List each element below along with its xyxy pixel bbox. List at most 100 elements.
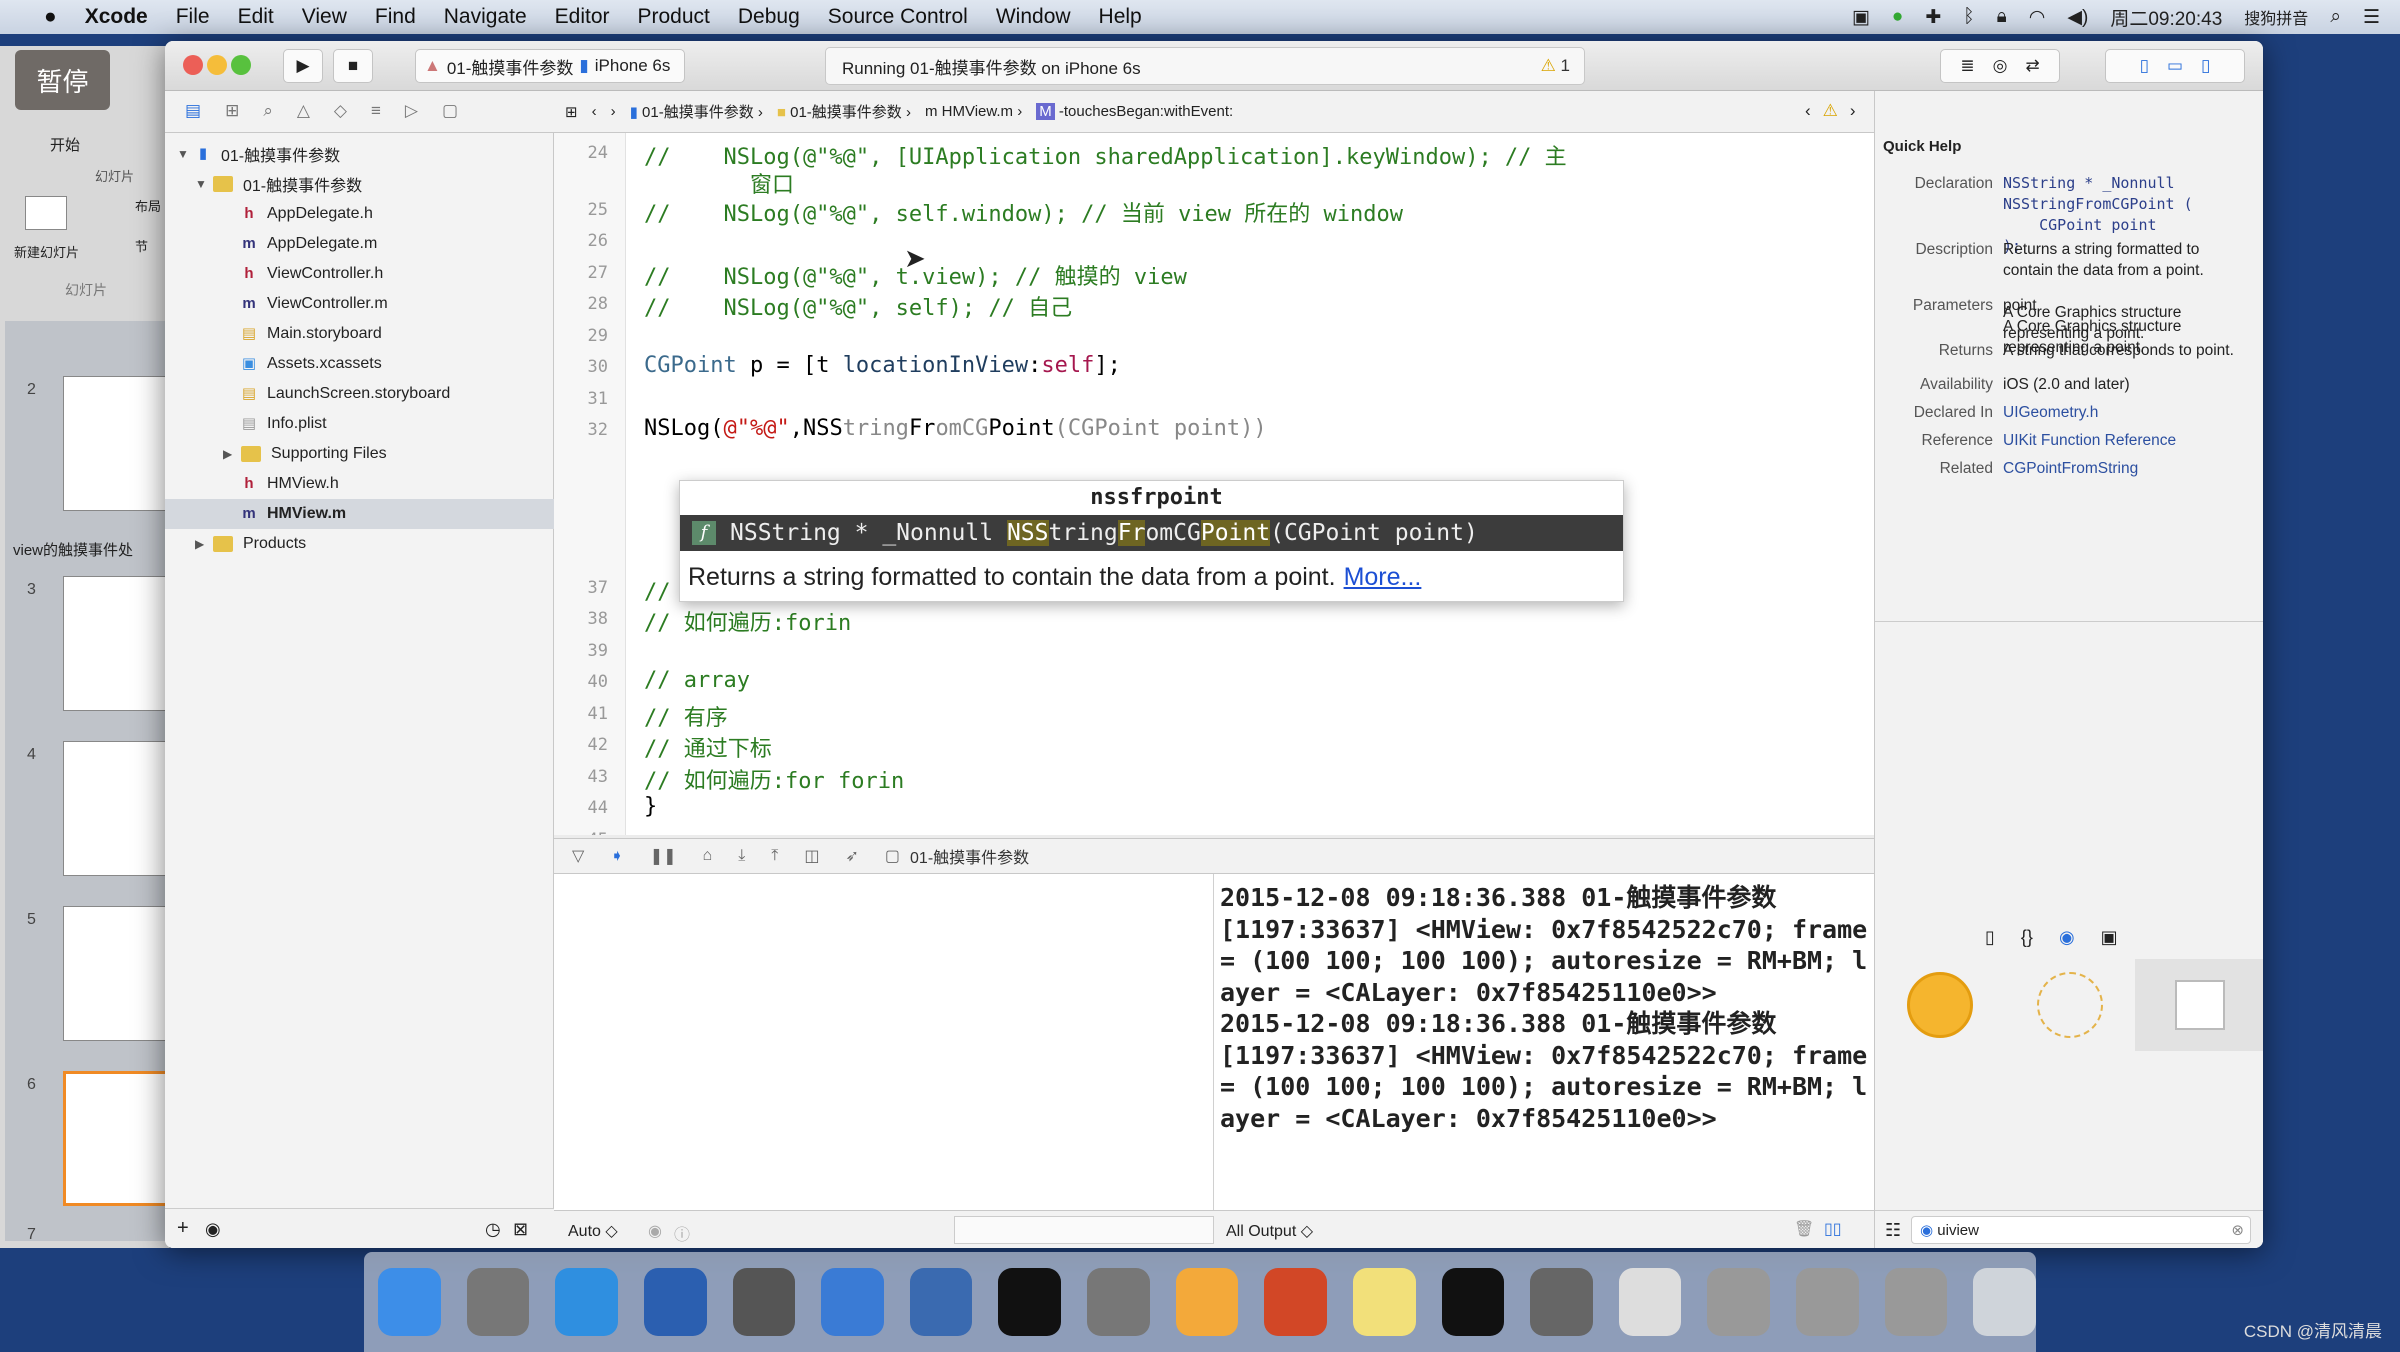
navigator-item[interactable]: ▶ Products [165,529,554,559]
utilities-toggle-icon[interactable]: ▯ [2201,56,2210,76]
variables-view[interactable] [554,874,1214,1210]
step-over-icon[interactable]: ⌂ [703,847,713,865]
jumpbar-group[interactable]: ■ 01-触摸事件参数 › [777,101,911,122]
back-button[interactable]: ‹ [592,103,597,120]
breakpoints-toggle-icon[interactable]: ➧ [610,846,623,866]
plus-icon[interactable]: ✚ [1925,6,1941,29]
slide-thumbnail[interactable] [63,576,173,711]
dock-powerpoint-icon[interactable] [1264,1268,1327,1336]
slide-thumbnail-selected[interactable] [63,1071,173,1206]
dock-launchpad-icon[interactable] [466,1268,530,1336]
navigator-item[interactable]: ▤ Main.storyboard [165,319,554,349]
code-line[interactable]: // NSLog(@"%@", self); // 自己 [644,290,1072,322]
issue-warning-icon[interactable]: ⚠ [1823,101,1838,121]
code-snippet-library-icon[interactable]: {} [2021,927,2033,948]
dock-terminal-icon[interactable] [998,1268,1061,1336]
menu-source-control[interactable]: Source Control [814,5,982,29]
slide-thumbnail[interactable] [63,376,173,511]
code-line[interactable]: // 如何遍历:for forin [644,763,904,795]
filter-icon[interactable]: ◉ [205,1219,221,1240]
hide-debug-area-icon[interactable]: ▽ [572,846,584,866]
jumpbar-file[interactable]: m HMView.m › [925,103,1022,120]
code-line[interactable]: NSLog(@"%@",NSStringFromCGPoint(CGPoint … [644,416,1267,441]
assistant-editor-icon[interactable]: ◎ [1993,56,2008,76]
dock-instruments-icon[interactable] [909,1268,973,1336]
split-view-icon[interactable]: ▯▯ [1824,1219,1842,1239]
library-item-selected[interactable] [2135,959,2263,1051]
navigator-item[interactable]: ▤ Info.plist [165,409,554,439]
new-slide-icon[interactable] [25,196,67,230]
scheme-selector[interactable]: ▲ 01-触摸事件参数 ▮ iPhone 6s [415,49,685,83]
dock-sketch-icon[interactable] [1175,1268,1239,1336]
menu-view[interactable]: View [288,5,361,29]
dock-photo-theater-icon[interactable] [732,1268,796,1336]
jumpbar-method[interactable]: M -touchesBegan:withEvent: [1036,103,1233,120]
library-filter-input[interactable]: ◉ uiview ⊗ [1911,1216,2251,1244]
disclosure-open-icon[interactable]: ▼ [195,177,213,191]
notification-center-icon[interactable]: ☰ [2363,6,2380,29]
navigator-item[interactable]: ▣ Assets.xcassets [165,349,554,379]
section-button[interactable]: 节 [135,236,148,255]
clock[interactable]: 周二09:20:43 [2110,4,2222,31]
trash-icon[interactable]: 🗑︎ [1794,1219,1814,1239]
menu-debug[interactable]: Debug [724,5,814,29]
library-item-view[interactable] [1875,959,2005,1051]
quick-help-value[interactable]: CGPointFromString [2003,458,2253,479]
issue-navigator-icon[interactable]: △ [297,101,310,121]
breakpoint-navigator-icon[interactable]: ▷ [405,101,418,121]
dock-screen2-icon[interactable] [1796,1268,1859,1336]
dock-preview-icon[interactable] [1618,1268,1682,1336]
navigator-toggle-icon[interactable]: ▯ [2140,56,2149,76]
version-editor-icon[interactable]: ⇄ [2025,56,2039,76]
previous-issue-icon[interactable]: ‹ [1805,101,1811,121]
debug-area-toggle-icon[interactable]: ▭ [2167,56,2183,76]
screen-record-icon[interactable]: ▣ [1852,6,1870,29]
disclosure-closed-icon[interactable]: ▶ [195,537,213,551]
new-slide-button[interactable]: 新建幻灯片 [14,242,79,261]
code-line[interactable]: 窗口 [644,167,794,199]
dock-exec-icon[interactable] [1441,1268,1505,1336]
quick-help-value[interactable]: UIGeometry.h [2003,402,2253,423]
section-title[interactable]: view的触摸事件处 [13,539,133,560]
code-line[interactable]: } [644,794,657,819]
view-toggle-group[interactable]: ▯ ▭ ▯ [2105,49,2245,83]
completion-item-selected[interactable]: f NSString * _Nonnull NSStringFromCGPoin… [680,515,1623,551]
disclosure-open-icon[interactable]: ▼ [177,147,195,161]
console-output[interactable]: 2015-12-08 09:18:36.388 01-触摸事件参数 [1197:… [1214,874,1874,1210]
slide-list[interactable]: 2 view的触摸事件处 3 4 5 6 7 [5,321,173,1243]
dock-quicktime-icon[interactable] [1530,1268,1593,1336]
navigator-item[interactable]: h HMView.h [165,469,554,499]
navigator-item[interactable]: m AppDelegate.m [165,229,554,259]
lock-icon[interactable]: 🔒︎ [1997,6,2007,28]
report-navigator-icon[interactable]: ▢ [442,101,458,121]
navigator-item[interactable]: ▼ 01-触摸事件参数 [165,169,554,199]
code-line[interactable]: CGPoint p = [t locationInView:self]; [644,353,1121,378]
navigator-item[interactable]: h AppDelegate.h [165,199,554,229]
zoom-window-button[interactable] [231,55,251,75]
file-template-library-icon[interactable]: ▯ [1985,927,1995,948]
simulate-location-icon[interactable]: ➶ [845,846,858,866]
dock-screen3-icon[interactable] [1884,1268,1948,1336]
close-window-button[interactable] [183,55,203,75]
menu-window[interactable]: Window [982,5,1085,29]
related-items-icon[interactable]: ⊞ [565,103,578,121]
quick-help-value[interactable]: UIKit Function Reference [2003,430,2253,451]
dock-safari-icon[interactable] [555,1268,618,1336]
minimize-window-button[interactable] [207,55,227,75]
keynote-tab-home[interactable]: 开始 [50,134,80,155]
menu-navigate[interactable]: Navigate [430,5,541,29]
menu-find[interactable]: Find [361,5,430,29]
dock-trash-icon[interactable] [1973,1268,2036,1336]
project-navigator-icon[interactable]: ▤ [185,101,201,121]
dock-xcode-icon[interactable] [821,1268,884,1336]
find-navigator-icon[interactable]: ⌕ [263,101,273,121]
library-item-container[interactable] [2005,959,2135,1051]
forward-button[interactable]: › [611,103,616,120]
media-library-icon[interactable]: ▣ [2101,927,2118,948]
slide-thumbnail[interactable] [63,906,173,1041]
menu-editor[interactable]: Editor [541,5,624,29]
bluetooth-icon[interactable]: ᛒ [1963,6,1974,28]
grid-list-toggle-icon[interactable]: ☷ [1885,1220,1901,1241]
dock-finder-icon[interactable] [378,1268,441,1336]
dock-mouse-icon[interactable] [643,1268,707,1336]
